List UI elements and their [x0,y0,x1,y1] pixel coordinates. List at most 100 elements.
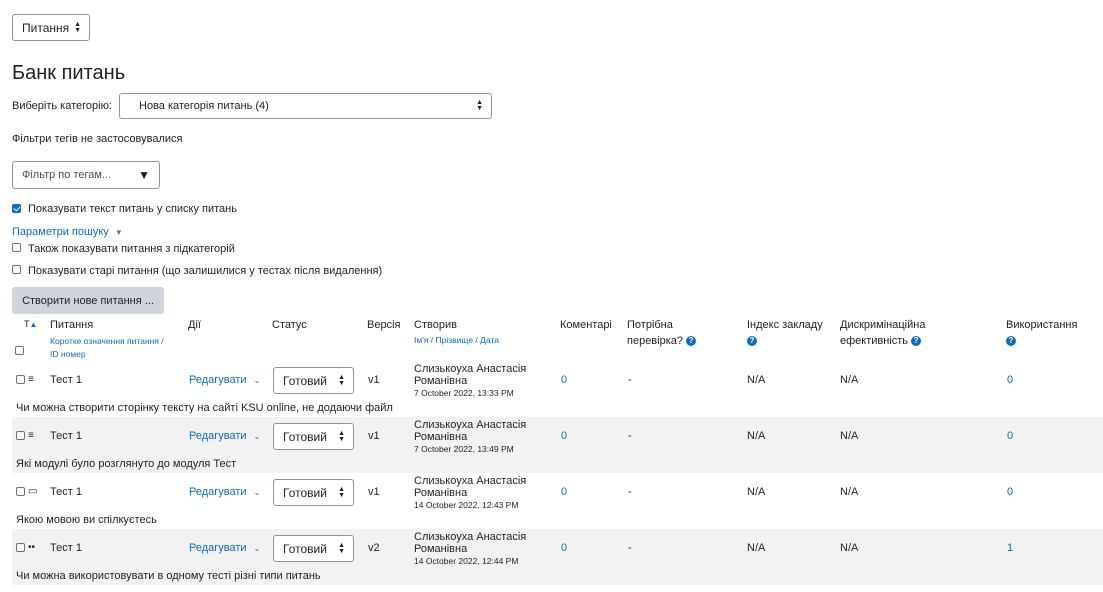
usage-link[interactable]: 1 [1007,542,1013,554]
usage-link[interactable]: 0 [1007,374,1013,386]
question-text: Чи можна використовувати в одному тесті … [16,570,321,582]
facility-index: N/A [747,374,766,386]
row-checkbox[interactable] [16,375,25,384]
version: v1 [368,430,380,442]
edit-menu[interactable]: Редагувати ⌄ [189,486,260,498]
col-review-line2: перевірка?? [627,333,697,349]
needs-review: - [628,486,632,498]
status-select-value: Готовий [283,485,327,500]
caret-down-icon: ▼ [114,228,123,237]
row-checkbox[interactable] [16,431,25,440]
question-type-icon: ≡ [28,430,34,441]
creator-name-line2: Романівна [414,543,468,555]
col-actions: Дії [188,319,201,331]
usage-link[interactable]: 0 [1007,430,1013,442]
version: v1 [368,374,380,386]
edit-menu[interactable]: Редагувати ⌄ [189,430,260,442]
question-type-icon: •• [28,542,36,553]
col-question-id[interactable]: ID номер [50,348,86,361]
question-text: Якою мовою ви спілкуєтесь [16,514,157,526]
creator-name-line2: Романівна [414,431,468,443]
subcategories-checkbox[interactable] [12,243,21,252]
creator-name-line1: Слизькоуха Анастасія [414,419,527,431]
edit-menu[interactable]: Редагувати ⌄ [189,542,260,554]
create-question-label: Створити нове питання ... [22,294,154,307]
search-params-label: Параметри пошуку [12,226,109,238]
status-select[interactable]: Готовий ▲ ▼ [273,367,354,394]
chevron-down-icon: ⌄ [253,432,261,441]
sort-by-last-name[interactable]: Прізвище [436,335,474,345]
creator-date: 7 October 2022, 13:49 PM [414,444,514,454]
category-select[interactable]: Нова категорія питань (4) ▲ ▼ [119,93,492,119]
tag-filter-input[interactable]: Фільтр по тегам... ▼ [12,161,160,189]
status-select[interactable]: Готовий ▲ ▼ [273,535,354,562]
view-select[interactable]: Питання ▲ ▼ [12,14,90,41]
col-creator-sub[interactable]: Ім'я / Прізвище / Дата [414,334,499,347]
view-select-label: Питання [22,20,70,35]
needs-review: - [628,542,632,554]
table-row: ▭ Тест 1 Редагувати ⌄ Готовий ▲ ▼ v1 Слиз… [12,473,1103,529]
sort-asc-icon: ▲ [29,320,38,329]
comments-link[interactable]: 0 [561,430,567,442]
sort-by-first-name[interactable]: Ім'я [414,335,428,345]
create-question-button[interactable]: Створити нове питання ... [12,287,164,314]
select-arrows-icon: ▲ ▼ [338,429,345,443]
table-row: ≡ Тест 1 Редагувати ⌄ Готовий ▲ ▼ v1 Слиз… [12,361,1103,417]
page-title: Банк питань [12,62,126,84]
creator-date: 14 October 2022, 12:44 PM [414,556,519,566]
discrimination: N/A [840,374,859,386]
facility-index: N/A [747,542,766,554]
version: v2 [368,542,380,554]
comments-link[interactable]: 0 [561,374,567,386]
col-question-sub[interactable]: Коротке означення питання / [50,335,164,348]
help-icon[interactable]: ? [747,336,757,347]
col-review: Потрібна перевірка?? [627,317,697,349]
select-arrows-icon: ▲ ▼ [338,541,345,555]
subcategories-label: Також показувати питання з підкатегорій [28,243,235,255]
creator-name-line2: Романівна [414,375,468,387]
tag-filter-note: Фільтри тегів не застосовувалися [12,133,183,145]
facility-index: N/A [747,430,766,442]
status-select[interactable]: Готовий ▲ ▼ [273,479,354,506]
select-arrows-icon: ▲ ▼ [476,99,483,112]
select-all-checkbox[interactable] [15,346,24,355]
help-icon[interactable]: ? [911,336,922,347]
chevron-down-icon: ⌄ [253,488,261,497]
sort-type-header[interactable]: T▲ [24,316,37,333]
question-name: Тест 1 [50,374,82,386]
chevron-down-icon: ⌄ [253,376,261,385]
discrimination: N/A [840,486,859,498]
comments-link[interactable]: 0 [561,486,567,498]
col-review-line1: Потрібна [627,319,673,331]
status-select-value: Готовий [283,373,327,388]
status-select-value: Готовий [283,541,327,556]
needs-review: - [628,374,632,386]
usage-link[interactable]: 0 [1007,486,1013,498]
question-name: Тест 1 [50,486,82,498]
show-text-checkbox[interactable] [12,204,21,213]
old-questions-label: Показувати старі питання (що залишилися … [28,265,383,277]
col-discrimination-line2: ефективність [840,335,909,347]
discrimination: N/A [840,430,859,442]
status-select[interactable]: Готовий ▲ ▼ [273,423,354,450]
comments-link[interactable]: 0 [561,542,567,554]
help-icon[interactable]: ? [686,336,697,347]
sort-by-date[interactable]: Дата [480,335,499,345]
col-comments: Коментарі [560,319,612,331]
help-icon[interactable]: ? [1006,336,1016,347]
row-checkbox[interactable] [16,487,25,496]
question-name: Тест 1 [50,430,82,442]
row-checkbox[interactable] [16,543,25,552]
creator-name-line2: Романівна [414,487,468,499]
separator: / [428,335,436,345]
edit-menu[interactable]: Редагувати ⌄ [189,374,260,386]
select-arrows-icon: ▲ ▼ [338,373,345,387]
old-questions-checkbox[interactable] [12,265,21,274]
show-text-label: Показувати текст питань у списку питань [28,203,237,215]
search-params-link[interactable]: Параметри пошуку ▼ [12,226,123,238]
edit-menu-label: Редагувати [189,430,247,442]
needs-review: - [628,430,632,442]
col-question[interactable]: Питання [50,317,93,333]
col-creator[interactable]: Створив [414,317,457,333]
select-arrows-icon: ▲ ▼ [338,485,345,499]
